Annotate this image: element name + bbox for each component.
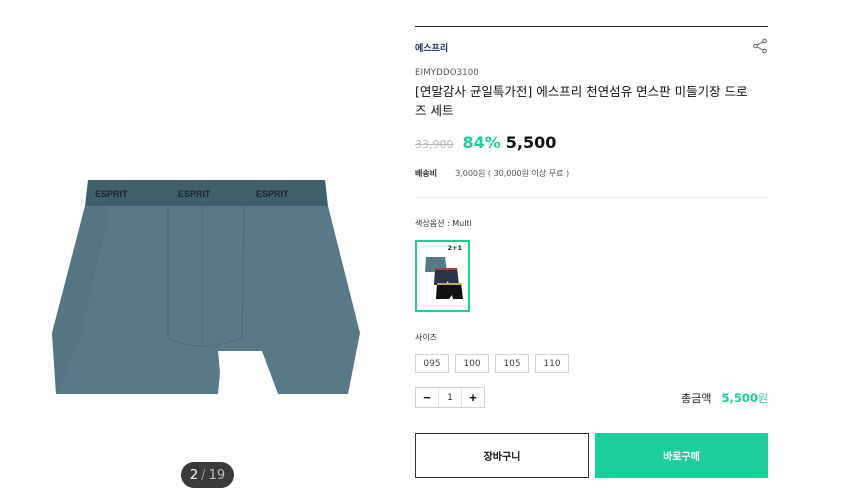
quantity-stepper: − 1 + [415,387,485,408]
decrease-quantity-button[interactable]: − [416,388,438,407]
share-icon[interactable] [752,38,768,54]
size-options: 095 100 105 110 [415,354,569,373]
pager-separator: / [201,467,206,483]
quantity-value[interactable]: 1 [438,388,462,407]
shipping-label: 배송비 [415,169,438,178]
swatch-badge: 2+1 [447,244,463,252]
product-image[interactable]: ESPRIT ESPRIT ESPRIT [50,168,370,398]
price-row: 33,900 84% 5,500 [415,133,556,152]
original-price: 33,900 [415,138,454,151]
swatch-thumbnail [425,257,463,299]
size-option-100[interactable]: 100 [455,354,489,373]
color-swatch-multi[interactable]: 2+1 [415,240,470,312]
sale-price: 5,500 [505,133,557,152]
divider [415,197,768,198]
waistband-text-1: ESPRIT [95,189,128,199]
increase-quantity-button[interactable]: + [462,388,484,407]
add-to-cart-button[interactable]: 장바구니 [415,433,589,478]
total-value: 5,500 [721,391,758,405]
product-title: [연말감사 균일특가전] 에스프리 천연섬유 면스판 미들기장 드로즈 세트 [415,84,748,118]
size-option-label: 사이즈 [415,333,438,342]
total-label: 총금액 [681,392,712,405]
waistband-text-2: ESPRIT [178,189,211,199]
total-unit: 원 [757,392,768,405]
pager-total: 19 [208,467,226,483]
buy-now-button[interactable]: 바로구매 [595,433,768,478]
size-option-095[interactable]: 095 [415,354,449,373]
waistband-text-3: ESPRIT [256,189,289,199]
color-option-label: 색상옵션 : Multi [415,219,472,228]
shipping-info: 배송비 3,000원 ( 30,000원 이상 무료 ) [415,168,569,179]
pager-current: 2 [189,467,199,483]
shipping-value: 3,000원 ( 30,000원 이상 무료 ) [455,169,570,178]
product-info: 에스프리 EIMYDDO3100 [연말감사 균일특가전] 에스프리 천연섬유 … [415,0,768,502]
size-option-110[interactable]: 110 [535,354,569,373]
divider [415,26,768,27]
discount-rate: 84% [462,133,501,152]
brand-link[interactable]: 에스프리 [415,41,448,54]
image-pager: 2 / 19 [181,462,234,488]
total-price-row: 총금액 5,500 원 [681,390,768,406]
size-option-105[interactable]: 105 [495,354,529,373]
product-sku: EIMYDDO3100 [415,68,480,78]
product-gallery: ESPRIT ESPRIT ESPRIT 2 / 19 [0,0,400,502]
